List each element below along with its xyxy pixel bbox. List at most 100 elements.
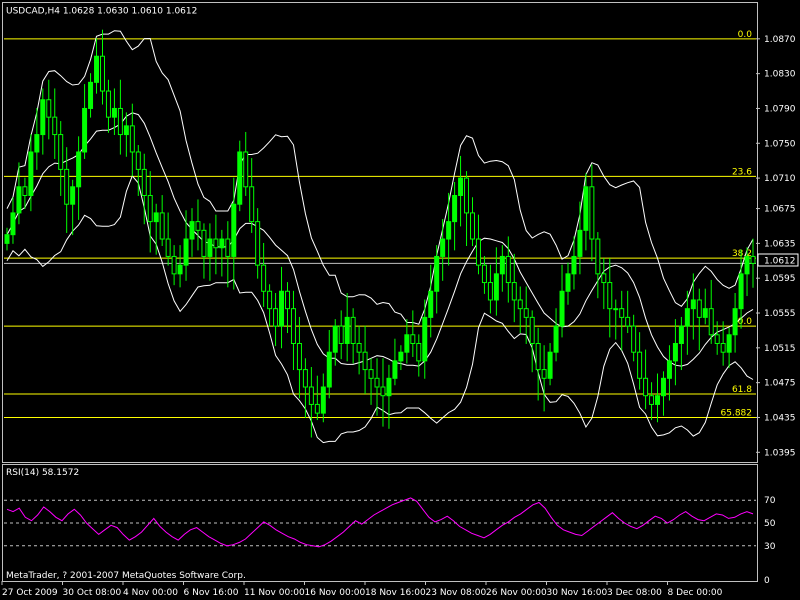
candle-body [273, 308, 279, 327]
candle-body [195, 221, 201, 231]
candle-body [94, 55, 100, 83]
time-tick-label: 16 Nov 00:00 [305, 588, 366, 598]
time-tick-label: 27 Oct 2009 [2, 588, 58, 598]
candle-body [88, 81, 94, 109]
fibonacci-levels: 0.023.638.250.061.865.882 [4, 30, 756, 418]
rsi-tick-label: 0 [764, 576, 770, 586]
candle-body [440, 238, 446, 257]
candle-body [177, 264, 183, 275]
candle-body [708, 308, 714, 336]
candle-body [487, 282, 493, 301]
candle-body [171, 255, 177, 275]
candle-body [750, 255, 756, 264]
candle-body [374, 377, 380, 388]
candle-body [231, 203, 237, 257]
candle-body [290, 308, 296, 344]
candles [4, 29, 756, 438]
candle-body [583, 186, 589, 231]
candle-body [249, 186, 255, 223]
time-tick-label: 6 Nov 16:00 [184, 588, 239, 598]
candle-body [690, 299, 696, 310]
price-tick-label: 1.0870 [764, 35, 796, 45]
candle-body [28, 151, 34, 197]
time-tick-label: 8 Dec 00:00 [668, 588, 723, 598]
candle-body [207, 238, 213, 257]
candle-body [404, 334, 410, 353]
candle-body [535, 342, 541, 371]
candle-body [452, 195, 458, 223]
candle-body [589, 186, 595, 240]
time-tick-label: 30 Oct 08:00 [63, 588, 122, 598]
candle-body [678, 325, 684, 344]
candle-body [344, 316, 350, 344]
rsi-indicator [4, 497, 756, 548]
candle-body [714, 334, 720, 344]
candle-body [338, 325, 344, 344]
rsi-title: RSI(14) 58.1572 [6, 468, 79, 478]
candle-body [547, 351, 553, 379]
candle-body [684, 308, 690, 327]
candle-body [16, 186, 22, 214]
candle-body [153, 212, 159, 223]
price-tick-label: 1.0475 [764, 379, 796, 389]
candle-body [237, 151, 243, 205]
candle-body [625, 316, 631, 327]
bollinger-bands [6, 30, 754, 444]
candle-body [213, 238, 219, 249]
candle-body [649, 395, 655, 405]
candle-body [159, 212, 165, 240]
candle-body [571, 255, 577, 275]
candle-body [362, 351, 368, 371]
time-tick-label: 11 Nov 00:00 [244, 588, 305, 598]
candle-body [225, 238, 231, 257]
candle-body [738, 273, 744, 310]
candle-body [320, 386, 326, 414]
candle-body [70, 186, 76, 205]
symbol-header: USDCAD,H4 1.0628 1.0630 1.0610 1.0612 [6, 7, 197, 17]
candle-body [655, 395, 661, 405]
candle-body [416, 342, 422, 362]
candle-body [129, 125, 135, 153]
candle-body [279, 290, 285, 327]
price-tick-label: 1.0395 [764, 448, 796, 458]
candle-body [493, 273, 499, 301]
candle-body [314, 403, 320, 414]
price-tick-label: 1.0595 [764, 274, 796, 284]
candle-body [499, 255, 505, 275]
candle-body [511, 282, 517, 301]
candle-body [40, 99, 46, 136]
candle-body [386, 377, 392, 397]
candle-body [410, 334, 416, 344]
candle-body [517, 299, 523, 310]
candle-body [183, 238, 189, 266]
price-tick-label: 1.0515 [764, 344, 796, 354]
fibonacci-label: 0.0 [738, 30, 753, 40]
candle-body [643, 377, 649, 397]
current-price-label: 1.0612 [764, 257, 796, 267]
candle-body [219, 238, 225, 249]
candle-body [529, 316, 535, 344]
candle-body [434, 255, 440, 292]
time-tick-label: 23 Nov 08:00 [426, 588, 487, 598]
price-tick-label: 1.0750 [764, 139, 796, 149]
candle-body [637, 351, 643, 379]
candle-body [422, 316, 428, 362]
time-tick-label: 18 Nov 16:00 [365, 588, 426, 598]
candle-body [481, 264, 487, 284]
candle-body [117, 107, 123, 136]
time-tick-label: 4 Nov 00:00 [123, 588, 178, 598]
current-price-marker: 1.0612 [757, 253, 799, 267]
candle-body [696, 299, 702, 318]
candle-body [141, 168, 147, 197]
candle-body [267, 290, 273, 310]
candle-body [34, 134, 40, 153]
bollinger-upper-line [6, 30, 754, 325]
rsi-tick-label: 50 [764, 519, 776, 529]
candle-body [464, 177, 470, 214]
candle-body [601, 273, 607, 284]
candle-body [105, 90, 111, 118]
candle-body [4, 234, 10, 244]
time-tick-label: 3 Dec 08:00 [607, 588, 662, 598]
rsi-line [6, 497, 754, 548]
chart-canvas: 0.023.638.250.061.865.882 1.08701.08301.… [1, 2, 799, 598]
